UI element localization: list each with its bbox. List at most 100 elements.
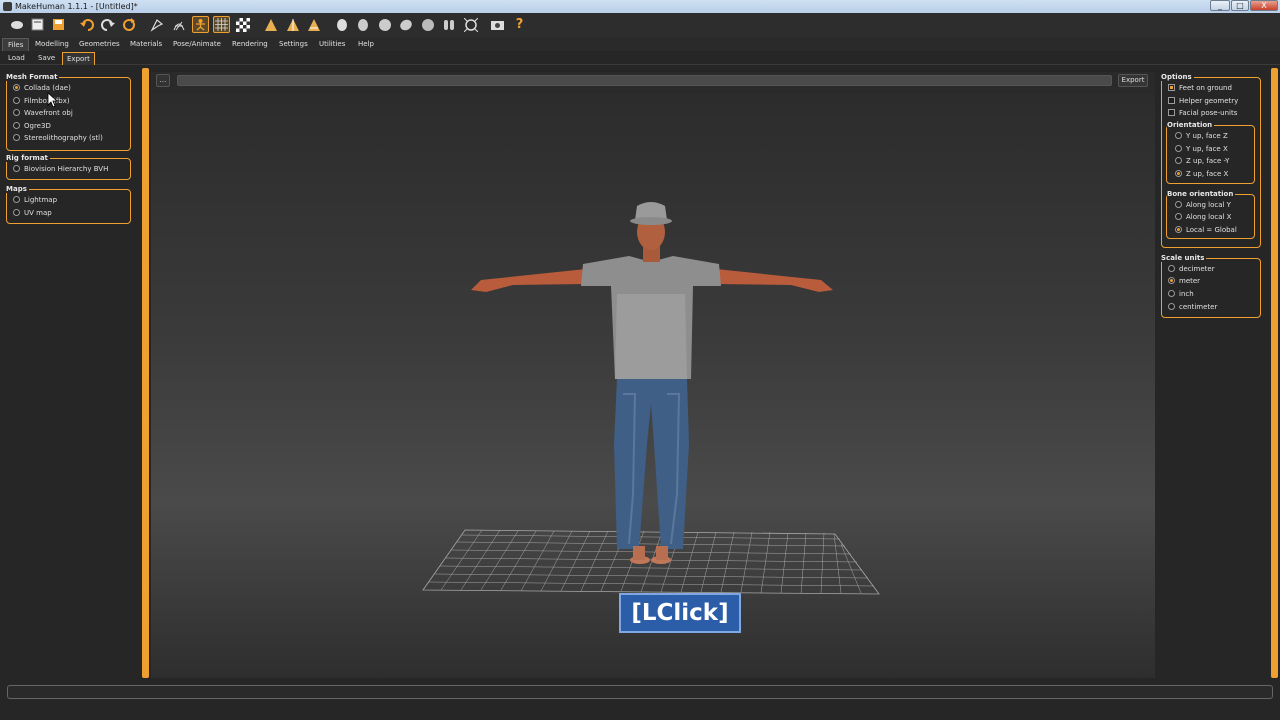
export-button[interactable]: Export bbox=[1118, 74, 1148, 87]
radio-button[interactable] bbox=[1175, 213, 1182, 220]
main-tabs: Files Modelling Geometries Materials Pos… bbox=[0, 37, 1280, 51]
undo-icon[interactable] bbox=[78, 16, 95, 33]
head-top-icon[interactable] bbox=[376, 16, 393, 33]
radio-button[interactable] bbox=[13, 165, 20, 172]
radio-button[interactable] bbox=[1168, 303, 1175, 310]
bone-option-local-y[interactable]: Along local Y bbox=[1175, 199, 1231, 211]
radio-button[interactable] bbox=[1168, 277, 1175, 284]
bone-orientation-title: Bone orientation bbox=[1167, 190, 1236, 198]
subtab-save[interactable]: Save bbox=[34, 52, 59, 65]
radio-button[interactable] bbox=[13, 134, 20, 141]
maps-option-lightmap[interactable]: Lightmap bbox=[13, 194, 57, 206]
bone-option-local-x[interactable]: Along local X bbox=[1175, 211, 1231, 223]
tab-modelling[interactable]: Modelling bbox=[30, 38, 74, 51]
tab-materials[interactable]: Materials bbox=[125, 38, 167, 51]
radio-button[interactable] bbox=[13, 109, 20, 116]
orientation-option-z-minus-y[interactable]: Z up, face -Y bbox=[1175, 155, 1229, 167]
grid-icon[interactable] bbox=[213, 16, 230, 33]
browse-button[interactable]: ... bbox=[156, 74, 170, 87]
checkbox[interactable] bbox=[1168, 84, 1175, 91]
scale-option-decimeter[interactable]: decimeter bbox=[1168, 263, 1215, 275]
tab-help[interactable]: Help bbox=[353, 38, 379, 51]
screenshot-icon[interactable] bbox=[489, 16, 506, 33]
option-label: Local = Global bbox=[1186, 226, 1237, 234]
radio-button[interactable] bbox=[13, 84, 20, 91]
radio-button[interactable] bbox=[13, 196, 20, 203]
mesh-format-option-obj[interactable]: Wavefront obj bbox=[13, 107, 73, 119]
front-view-icon[interactable] bbox=[262, 16, 279, 33]
reset-camera-icon[interactable] bbox=[462, 16, 479, 33]
pose-icon[interactable] bbox=[148, 16, 165, 33]
tab-geometries[interactable]: Geometries bbox=[74, 38, 125, 51]
wireframe-icon[interactable] bbox=[170, 16, 187, 33]
smooth-icon[interactable] bbox=[8, 16, 25, 33]
option-label: Helper geometry bbox=[1179, 97, 1239, 105]
scale-option-centimeter[interactable]: centimeter bbox=[1168, 301, 1217, 313]
orientation-option-zx[interactable]: Z up, face X bbox=[1175, 168, 1228, 180]
redo-icon[interactable] bbox=[99, 16, 116, 33]
tab-files[interactable]: Files bbox=[2, 38, 30, 51]
mesh-format-option-ogre[interactable]: Ogre3D bbox=[13, 120, 51, 132]
radio-button[interactable] bbox=[13, 209, 20, 216]
window-title: MakeHuman 1.1.1 - [Untitled]* bbox=[15, 2, 138, 11]
close-button[interactable]: X bbox=[1250, 0, 1278, 11]
rig-format-option-bvh[interactable]: Biovision Hierarchy BVH bbox=[13, 163, 108, 175]
radio-button[interactable] bbox=[1168, 290, 1175, 297]
back-view-icon[interactable] bbox=[305, 16, 322, 33]
export-path-input[interactable] bbox=[177, 75, 1112, 86]
radio-button[interactable] bbox=[1175, 157, 1182, 164]
head-right-icon[interactable] bbox=[419, 16, 436, 33]
option-label: Along local Y bbox=[1186, 201, 1231, 209]
orientation-title: Orientation bbox=[1167, 121, 1215, 129]
subtab-export[interactable]: Export bbox=[62, 52, 95, 65]
radio-button[interactable] bbox=[1175, 201, 1182, 208]
maps-option-uvmap[interactable]: UV map bbox=[13, 207, 52, 219]
human-model-scene bbox=[422, 202, 880, 595]
orientation-option-yz[interactable]: Y up, face Z bbox=[1175, 130, 1228, 142]
bone-option-local-global[interactable]: Local = Global bbox=[1175, 224, 1237, 236]
radio-button[interactable] bbox=[1175, 170, 1182, 177]
right-splitter[interactable] bbox=[1271, 68, 1278, 678]
help-icon[interactable]: ? bbox=[511, 16, 528, 33]
option-label: Stereolithography (stl) bbox=[24, 134, 103, 142]
mesh-format-title: Mesh Format bbox=[6, 73, 60, 81]
scale-units-title: Scale units bbox=[1161, 254, 1207, 262]
mesh-format-option-fbx[interactable]: Filmbox (fbx) bbox=[13, 95, 70, 107]
skeleton-icon[interactable] bbox=[192, 16, 209, 33]
tab-rendering[interactable]: Rendering bbox=[227, 38, 273, 51]
orientation-option-yx[interactable]: Y up, face X bbox=[1175, 143, 1228, 155]
scale-option-inch[interactable]: inch bbox=[1168, 288, 1194, 300]
radio-button[interactable] bbox=[1175, 226, 1182, 233]
radio-button[interactable] bbox=[13, 122, 20, 129]
feet-on-ground-checkbox[interactable]: Feet on ground bbox=[1168, 82, 1232, 94]
left-splitter[interactable] bbox=[142, 68, 149, 678]
helper-geometry-checkbox[interactable]: Helper geometry bbox=[1168, 95, 1238, 107]
head-side-icon[interactable] bbox=[354, 16, 371, 33]
facial-pose-units-checkbox[interactable]: Facial pose-units bbox=[1168, 107, 1237, 119]
mesh-format-option-stl[interactable]: Stereolithography (stl) bbox=[13, 132, 103, 144]
side-view-icon[interactable] bbox=[284, 16, 301, 33]
radio-button[interactable] bbox=[1168, 265, 1175, 272]
checkbox[interactable] bbox=[1168, 109, 1175, 116]
scale-option-meter[interactable]: meter bbox=[1168, 275, 1200, 287]
minimize-button[interactable]: _ bbox=[1210, 0, 1230, 11]
tab-utilities[interactable]: Utilities bbox=[314, 38, 350, 51]
radio-button[interactable] bbox=[1175, 132, 1182, 139]
option-label: Wavefront obj bbox=[24, 109, 73, 117]
head-back-icon[interactable] bbox=[440, 16, 457, 33]
tab-pose-animate[interactable]: Pose/Animate bbox=[168, 38, 226, 51]
checkbox[interactable] bbox=[1168, 97, 1175, 104]
mesh-format-option-collada[interactable]: Collada (dae) bbox=[13, 82, 71, 94]
head-left-icon[interactable] bbox=[397, 16, 414, 33]
maximize-button[interactable]: □ bbox=[1231, 0, 1249, 11]
status-bar bbox=[7, 685, 1273, 699]
subtab-load[interactable]: Load bbox=[4, 52, 29, 65]
radio-button[interactable] bbox=[13, 97, 20, 104]
reset-icon[interactable] bbox=[120, 16, 137, 33]
checker-icon[interactable] bbox=[234, 16, 251, 33]
head-front-icon[interactable] bbox=[333, 16, 350, 33]
new-icon[interactable] bbox=[29, 16, 46, 33]
radio-button[interactable] bbox=[1175, 145, 1182, 152]
tab-settings[interactable]: Settings bbox=[274, 38, 313, 51]
save-icon[interactable] bbox=[50, 16, 67, 33]
